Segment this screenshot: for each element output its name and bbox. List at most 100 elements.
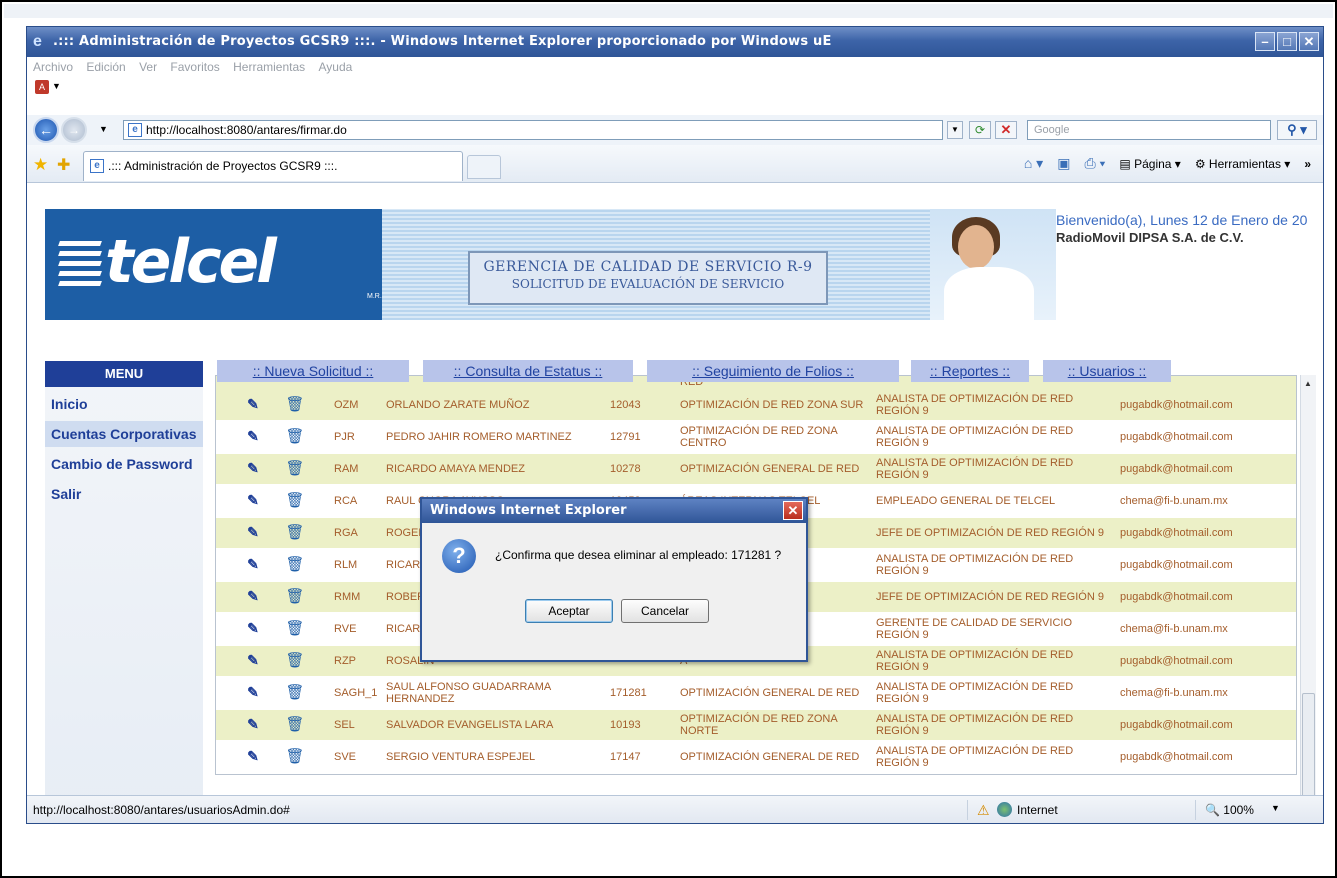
- history-dropdown-icon[interactable]: ▼: [99, 124, 108, 134]
- cell-employee-number: 17147: [610, 750, 641, 763]
- back-button[interactable]: ←: [33, 117, 59, 143]
- page-menu[interactable]: ▤ Página ▾: [1119, 157, 1180, 171]
- tab-nueva-solicitud[interactable]: :: Nueva Solicitud ::: [217, 360, 409, 382]
- cell-employee-number: 12043: [610, 398, 641, 411]
- tab-usuarios[interactable]: :: Usuarios ::: [1043, 360, 1171, 382]
- trash-icon[interactable]: 🗑: [284, 454, 306, 484]
- cell-area: OPTIMIZACIÓN GENERAL DE RED: [680, 686, 860, 699]
- cell-name: RICARDO AMAYA MENDEZ: [386, 462, 525, 475]
- edit-icon[interactable]: ✎: [242, 678, 264, 708]
- cell-role: EMPLEADO GENERAL DE TELCEL: [876, 494, 1056, 507]
- table-row: ✎ 🗑 RAM RICARDO AMAYA MENDEZ 10278 OPTIMIZACI…: [216, 454, 1296, 484]
- search-input[interactable]: Google: [1027, 120, 1271, 140]
- menu-ver[interactable]: Ver: [139, 57, 157, 77]
- edit-icon[interactable]: ✎: [242, 710, 264, 740]
- menu-edicion[interactable]: Edición: [86, 57, 125, 77]
- header-banner: GERENCIA DE CALIDAD DE SERVICIO R-9 SOLI…: [382, 209, 930, 320]
- maximize-button[interactable]: □: [1277, 32, 1297, 51]
- search-button[interactable]: ⚲ ▾: [1277, 120, 1317, 140]
- edit-icon[interactable]: ✎: [242, 614, 264, 644]
- title-bar: e .::: Administración de Proyectos GCSR9…: [27, 27, 1323, 57]
- edit-icon[interactable]: ✎: [242, 422, 264, 452]
- favorites-star-icon[interactable]: ★: [33, 155, 48, 175]
- tools-menu-label: Herramientas: [1208, 156, 1281, 171]
- cell-code: RZP: [334, 654, 356, 667]
- edit-icon[interactable]: ✎: [242, 454, 264, 484]
- trash-icon[interactable]: 🗑: [284, 614, 306, 644]
- sidebar-item-cambio-password[interactable]: Cambio de Password: [45, 451, 203, 477]
- cell-role: ANALISTA DE OPTIMIZACIÓN DE RED REGIÓN 9: [876, 712, 1074, 737]
- trash-icon[interactable]: 🗑: [284, 518, 306, 548]
- cell-code: RMM: [334, 590, 361, 603]
- tab-reportes[interactable]: :: Reportes ::: [911, 360, 1029, 382]
- header-photo: [930, 209, 1056, 320]
- home-icon[interactable]: ⌂ ▾: [1024, 155, 1043, 172]
- trash-icon[interactable]: 🗑: [284, 710, 306, 740]
- edit-icon[interactable]: ✎: [242, 742, 264, 772]
- sidebar-item-inicio[interactable]: Inicio: [45, 391, 203, 417]
- dialog-close-button[interactable]: ✕: [783, 501, 803, 520]
- minimize-button[interactable]: –: [1255, 32, 1275, 51]
- menu-favoritos[interactable]: Favoritos: [170, 57, 219, 77]
- tab-title: .::: Administración de Proyectos GCSR9 :…: [108, 159, 338, 173]
- accept-button[interactable]: Aceptar: [525, 599, 613, 623]
- close-button[interactable]: ✕: [1299, 32, 1319, 51]
- tab-consulta-estatus[interactable]: :: Consulta de Estatus ::: [423, 360, 633, 382]
- address-dropdown-icon[interactable]: ▼: [947, 121, 963, 139]
- tools-menu[interactable]: ⚙ Herramientas ▾: [1195, 157, 1290, 171]
- edit-icon[interactable]: ✎: [242, 646, 264, 676]
- sidebar-item-cuentas-corporativas[interactable]: Cuentas Corporativas: [45, 421, 203, 447]
- forward-button[interactable]: →: [61, 117, 87, 143]
- add-favorite-icon[interactable]: ✚: [57, 155, 70, 175]
- zoom-level[interactable]: 🔍 100%: [1205, 803, 1254, 817]
- new-tab-button[interactable]: [467, 155, 501, 179]
- edit-icon[interactable]: ✎: [242, 582, 264, 612]
- cell-code: RCA: [334, 494, 358, 507]
- tab-seguimiento-folios[interactable]: :: Seguimiento de Folios ::: [647, 360, 899, 382]
- menu-archivo[interactable]: Archivo: [33, 57, 73, 77]
- vertical-scrollbar[interactable]: ▲ ▼: [1300, 375, 1316, 820]
- pdf-icon[interactable]: A: [35, 80, 49, 94]
- edit-icon[interactable]: ✎: [242, 390, 264, 420]
- sidebar-item-salir[interactable]: Salir: [45, 481, 203, 507]
- trash-icon[interactable]: 🗑: [284, 390, 306, 420]
- cell-role: JEFE DE OPTIMIZACIÓN DE RED REGIÓN 9: [876, 590, 1104, 603]
- table-row: ✎ 🗑 UPT ULISES PEREZ TORRES 10093 OPTIMIZACIÓ…: [216, 774, 1297, 775]
- cancel-button[interactable]: Cancelar: [621, 599, 709, 623]
- chevron-down-icon[interactable]: ▼: [52, 81, 61, 91]
- status-bar: http://localhost:8080/antares/usuariosAd…: [27, 795, 1323, 823]
- edit-icon[interactable]: ✎: [242, 518, 264, 548]
- trash-icon[interactable]: 🗑: [284, 486, 306, 516]
- print-icon[interactable]: ⎙ ▾: [1084, 155, 1105, 172]
- edit-icon[interactable]: ✎: [242, 486, 264, 516]
- menu-herramientas[interactable]: Herramientas: [233, 57, 305, 77]
- confirm-dialog: Windows Internet Explorer ✕ ? ¿Confirma …: [420, 497, 808, 662]
- scroll-up-icon[interactable]: ▲: [1304, 379, 1312, 388]
- taskbar-strip: [4, 4, 1333, 18]
- refresh-button[interactable]: ⟳: [969, 121, 991, 139]
- trash-icon[interactable]: 🗑: [284, 742, 306, 772]
- protected-mode-icon[interactable]: ⚠: [977, 802, 990, 819]
- feeds-icon[interactable]: ▣: [1057, 155, 1070, 172]
- trash-icon[interactable]: 🗑: [284, 646, 306, 676]
- favorites-toolbar: ★ ✚ e .::: Administración de Proyectos G…: [27, 145, 1323, 183]
- internet-zone-icon: [997, 802, 1012, 817]
- cell-area: OPTIMIZACIÓN DE RED ZONA SUR: [680, 398, 864, 411]
- trash-icon[interactable]: 🗑: [284, 422, 306, 452]
- photo-body: [944, 267, 1034, 320]
- zoom-dropdown-icon[interactable]: ▼: [1271, 803, 1280, 813]
- cell-code: SVE: [334, 750, 357, 763]
- edit-icon[interactable]: ✎: [242, 774, 264, 775]
- trash-icon[interactable]: 🗑: [284, 774, 306, 775]
- trash-icon[interactable]: 🗑: [284, 550, 306, 580]
- browser-tab[interactable]: e .::: Administración de Proyectos GCSR9…: [83, 151, 463, 181]
- trash-icon[interactable]: 🗑: [284, 582, 306, 612]
- stop-button[interactable]: ✕: [995, 121, 1017, 139]
- cell-name: SALVADOR EVANGELISTA LARA: [386, 718, 554, 731]
- address-bar[interactable]: e http://localhost:8080/antares/firmar.d…: [123, 120, 943, 140]
- menu-ayuda[interactable]: Ayuda: [319, 57, 353, 77]
- edit-icon[interactable]: ✎: [242, 550, 264, 580]
- page-icon: e: [90, 159, 104, 173]
- trash-icon[interactable]: 🗑: [284, 678, 306, 708]
- more-commands-icon[interactable]: »: [1304, 157, 1311, 171]
